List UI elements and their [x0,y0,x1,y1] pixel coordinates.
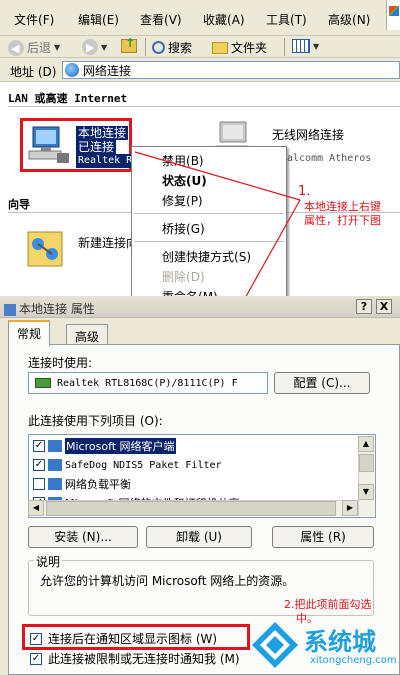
ctx-bridge[interactable]: 桥接(G) [162,220,205,237]
component-checkbox[interactable]: ✓ [33,440,45,452]
network-computer-icon [28,126,69,163]
section-lan-heading: LAN 或高速 Internet [8,92,128,105]
network-connections-icon [65,63,79,77]
network-client-icon [48,440,62,452]
forward-button[interactable]: ▶ ▼ [82,39,107,55]
forward-dropdown-icon: ▼ [101,42,108,52]
address-field[interactable]: 网络连接 [62,61,400,79]
new-connection-wizard[interactable]: 新建连接向 [78,234,138,251]
ctx-create-shortcut[interactable]: 创建快捷方式(S) [162,248,251,265]
folders-button[interactable]: 文件夹 [212,39,267,56]
ctx-disable[interactable]: 禁用(B) [162,152,204,169]
back-arrow-icon: ◀ [8,39,24,56]
filter-service-icon [48,459,62,471]
wireless-connection-adapter: alcomm Atheros [287,153,372,164]
list-item[interactable]: 网络负载平衡 [33,476,131,492]
adapter-field: Realtek RTL8168C(P)/8111C(P) F [28,372,268,394]
component-checkbox[interactable]: ✓ [33,459,45,471]
help-button[interactable]: ? [356,299,372,314]
search-icon [152,41,165,54]
back-button[interactable]: ◀ 后退 ▼ [8,39,60,56]
views-dropdown-icon: ▼ [313,41,320,51]
scroll-left-icon[interactable]: ◀ [28,500,44,516]
scroll-right-icon[interactable]: ▶ [342,500,358,516]
scroll-thumb-h[interactable] [46,501,336,516]
address-bar: 地址 (D) 网络连接 [0,58,400,82]
highlight-box-checkbox [22,624,250,650]
local-connection-name: 本地连接 [76,126,129,140]
watermark-logo-icon [252,622,298,668]
menu-tools[interactable]: 工具(T) [266,11,307,28]
menu-edit[interactable]: 编辑(E) [78,11,119,28]
list-item[interactable]: ✓ SafeDog NDIS5 Paket Filter [33,457,222,473]
ctx-delete: 删除(D) [162,270,205,284]
connect-using-label: 连接时使用: [28,356,93,370]
wireless-connection-name[interactable]: 无线网络连接 [272,126,344,143]
local-connection-status: 已连接 [76,140,117,154]
ctx-status[interactable]: 状态(U) [162,172,207,189]
scroll-up-icon[interactable]: ▲ [358,436,374,452]
notify-option[interactable]: ✓ 此连接被限制或无连接时通知我 (M) [30,650,240,667]
dialog-title-icon [4,303,16,316]
tab-general[interactable]: 常规 [8,320,51,346]
load-balancing-icon [48,478,62,490]
uninstall-button[interactable]: 卸载 (U) [146,526,252,548]
components-label: 此连接使用下列项目 (O): [28,414,163,428]
dialog-titlebar: 本地连接 属性 ? X [0,296,400,318]
menu-favorites[interactable]: 收藏(A) [203,11,245,28]
vertical-scrollbar[interactable]: ▲ ▼ [358,436,374,516]
address-label: 地址 (D) [10,65,57,79]
component-checkbox[interactable] [33,478,45,490]
search-button[interactable]: 搜索 [152,39,192,56]
toolbar: ◀ 后退 ▼ ▶ ▼ ↑ 搜索 文件夹 ▼ [0,36,400,58]
views-button[interactable]: ▼ [292,39,319,53]
network-card-icon [35,378,51,388]
install-button[interactable]: 安装 (N)... [28,526,138,548]
ctx-separator [134,241,284,242]
tab-advanced[interactable]: 高级 [66,324,109,346]
configure-button[interactable]: 配置 (C)... [274,372,370,394]
up-folder-icon: ↑ [121,36,137,53]
folder-icon [212,41,228,54]
up-button[interactable]: ↑ [121,36,137,53]
ctx-repair[interactable]: 修复(P) [162,192,203,209]
section-divider [8,106,400,107]
annotation-step1-line2: 属性，打开下图 [304,214,381,227]
description-text: 允许您的计算机访问 Microsoft 网络上的资源。 [40,574,295,588]
notify-checkbox[interactable]: ✓ [30,652,42,665]
menu-file[interactable]: 文件(F) [14,11,54,28]
back-dropdown-icon: ▼ [54,43,61,52]
views-grid-icon [292,39,310,53]
new-connection-wizard-icon [27,231,63,267]
dialog-title: 本地连接 属性 [4,300,95,317]
watermark-url: xitongcheng.com [310,655,397,666]
horizontal-scrollbar[interactable]: ◀ ▶ [28,500,358,516]
section-wizard-heading: 向导 [8,198,30,211]
scroll-thumb[interactable] [359,454,374,472]
close-button[interactable]: X [376,299,392,314]
watermark-brand: 系统城 [304,628,376,656]
local-connection-adapter: Realtek R [76,154,135,168]
windows-logo-icon [386,0,400,30]
annotation-step1-number: 1. [298,184,311,199]
forward-arrow-icon: ▶ [82,39,98,55]
component-properties-button[interactable]: 属性 (R) [272,526,374,548]
list-item[interactable]: ✓ Microsoft 网络客户端 [33,438,176,454]
scroll-down-icon[interactable]: ▼ [358,484,374,500]
menu-view[interactable]: 查看(V) [140,11,182,28]
menu-advanced[interactable]: 高级(N) [328,11,370,28]
description-legend: 说明 [34,553,63,570]
ctx-separator [134,213,284,214]
menu-bar: 文件(F) 编辑(E) 查看(V) 收藏(A) 工具(T) 高级(N) [0,0,400,36]
